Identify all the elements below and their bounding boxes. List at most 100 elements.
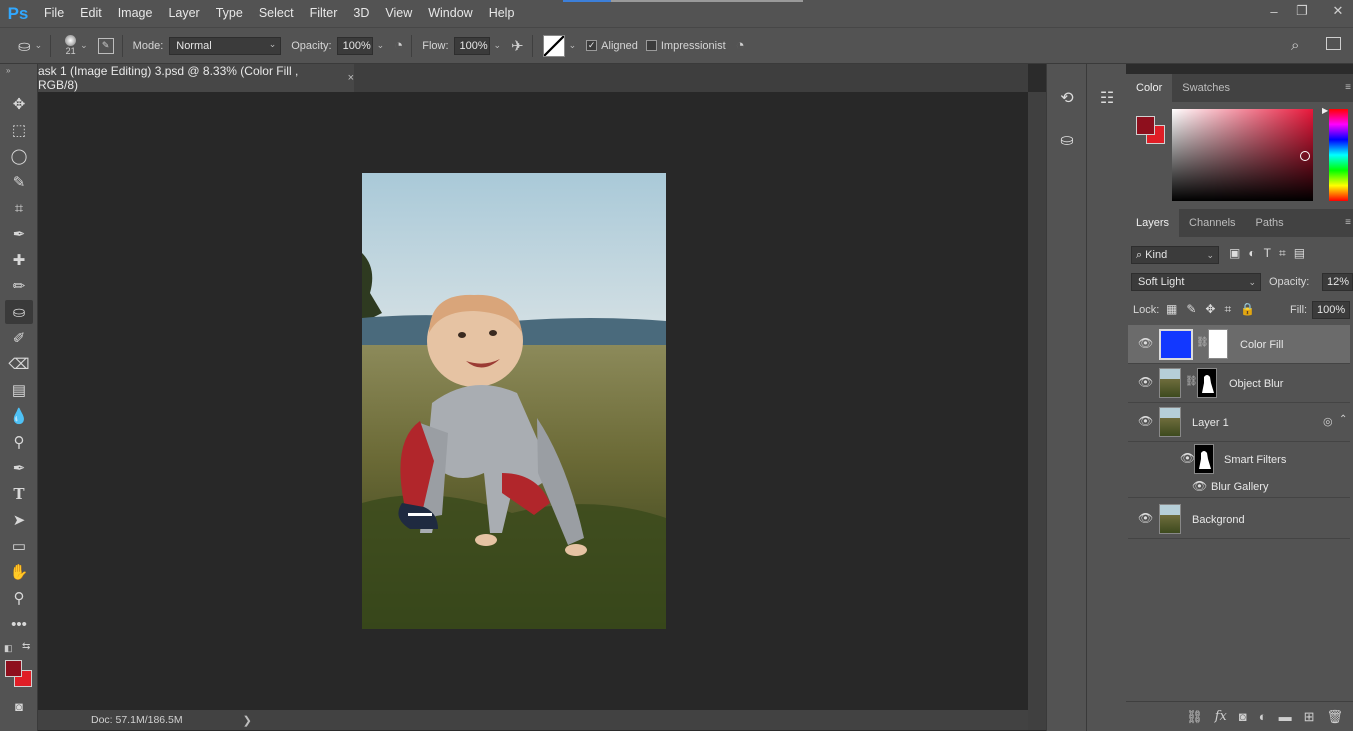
lasso-tool-icon[interactable]: ◯: [5, 144, 33, 168]
clone-source-panel-icon[interactable]: ⛀: [1055, 128, 1079, 152]
dodge-tool-icon[interactable]: ⚲: [5, 430, 33, 454]
fill-input[interactable]: 100%: [1312, 301, 1350, 319]
zoom-tool-icon[interactable]: ⚲: [5, 586, 33, 610]
lock-image-icon[interactable]: ✎: [1186, 302, 1196, 317]
new-layer-icon[interactable]: ⊞: [1304, 709, 1315, 725]
chevron-down-icon[interactable]: ⌄: [80, 40, 88, 51]
lock-position-icon[interactable]: ✥: [1205, 302, 1215, 317]
type-tool-icon[interactable]: T: [5, 482, 33, 506]
layer-name[interactable]: Backgrond: [1192, 514, 1245, 526]
filter-mask-thumbnail[interactable]: [1194, 444, 1214, 474]
clone-source-sample-icon[interactable]: [542, 34, 565, 57]
adjustment-filter-icon[interactable]: ◐: [1248, 246, 1255, 261]
eyedropper-tool-icon[interactable]: ✒: [5, 222, 33, 246]
layer-row-smart-filters[interactable]: 👁 Smart Filters: [1128, 442, 1350, 476]
close-tab-icon[interactable]: ×: [348, 72, 354, 84]
color-panel-foreground-swatch[interactable]: [1136, 116, 1155, 135]
layer-name[interactable]: Layer 1: [1192, 417, 1229, 429]
delete-layer-icon[interactable]: 🗑: [1326, 709, 1343, 725]
panel-menu-icon[interactable]: ≡: [1345, 82, 1351, 93]
workspace-icon[interactable]: [1326, 37, 1341, 50]
swap-colors-icon[interactable]: ⇆: [22, 641, 30, 652]
menu-window[interactable]: Window: [420, 0, 480, 27]
hue-slider[interactable]: [1329, 109, 1348, 201]
menu-layer[interactable]: Layer: [160, 0, 207, 27]
crop-tool-icon[interactable]: ⌗: [5, 196, 33, 220]
menu-edit[interactable]: Edit: [72, 0, 110, 27]
tab-color[interactable]: Color: [1126, 74, 1173, 102]
eye-icon[interactable]: 👁: [1180, 452, 1195, 464]
eye-icon[interactable]: 👁: [1138, 512, 1153, 524]
tab-swatches[interactable]: Swatches: [1172, 74, 1240, 102]
foreground-color-swatch[interactable]: [5, 660, 22, 677]
panel-menu-icon[interactable]: ≡: [1345, 217, 1351, 228]
layer-row-color-fill[interactable]: 👁 ⛓ Color Fill: [1128, 325, 1350, 364]
chevron-down-icon[interactable]: ⌄: [35, 40, 43, 51]
pressure-opacity-icon[interactable]: ◔: [394, 37, 403, 54]
vertical-scrollbar[interactable]: [1028, 92, 1046, 730]
healing-brush-tool-icon[interactable]: ✚: [5, 248, 33, 272]
pen-tool-icon[interactable]: ✒: [5, 456, 33, 480]
layer-name[interactable]: Blur Gallery: [1211, 481, 1268, 493]
brush-preset-picker[interactable]: 21: [65, 35, 77, 56]
new-group-icon[interactable]: ▬: [1279, 709, 1292, 724]
link-icon[interactable]: ⛓: [1196, 337, 1209, 348]
blur-tool-icon[interactable]: 💧: [5, 404, 33, 428]
lock-artboard-icon[interactable]: ⌗: [1224, 302, 1231, 317]
layer-row-layer-1[interactable]: 👁 Layer 1 ◎ ⌃: [1128, 403, 1350, 442]
close-window-button[interactable]: ✕: [1324, 0, 1352, 22]
lock-transparent-icon[interactable]: ▦: [1166, 302, 1177, 317]
fx-icon[interactable]: fx: [1215, 709, 1227, 724]
flow-slider-toggle[interactable]: ⌄: [494, 40, 502, 51]
type-filter-icon[interactable]: T: [1264, 246, 1271, 261]
layer-thumbnail[interactable]: [1159, 504, 1181, 534]
tab-channels[interactable]: Channels: [1179, 209, 1245, 237]
layer-row-background[interactable]: 👁 Backgrond: [1128, 500, 1350, 539]
add-mask-icon[interactable]: ◙: [1239, 709, 1247, 724]
tab-layers[interactable]: Layers: [1126, 209, 1180, 237]
eye-icon[interactable]: 👁: [1138, 337, 1153, 349]
layer-row-blur-gallery[interactable]: 👁 Blur Gallery: [1128, 476, 1350, 498]
document-photo[interactable]: [362, 173, 666, 629]
minimize-button[interactable]: –: [1260, 0, 1288, 22]
hand-tool-icon[interactable]: ✋: [5, 560, 33, 584]
eraser-tool-icon[interactable]: ⌫: [5, 352, 33, 376]
marquee-tool-icon[interactable]: ⬚: [5, 118, 33, 142]
layer-mask-thumbnail[interactable]: [1197, 368, 1217, 398]
menu-type[interactable]: Type: [208, 0, 251, 27]
document-tab[interactable]: ask 1 (Image Editing) 3.psd @ 8.33% (Col…: [38, 64, 354, 92]
menu-3d[interactable]: 3D: [345, 0, 377, 27]
color-picker-field[interactable]: [1172, 109, 1313, 201]
layer-kind-filter[interactable]: ⌕ Kind ⌄: [1131, 246, 1219, 264]
restore-button[interactable]: ❐: [1288, 0, 1316, 22]
smart-object-filter-icon[interactable]: ▤: [1294, 246, 1305, 261]
layer-mask-thumbnail[interactable]: [1208, 329, 1228, 359]
status-menu-arrow[interactable]: ❯: [243, 714, 252, 727]
menu-view[interactable]: View: [377, 0, 420, 27]
chevron-down-icon[interactable]: ⌄: [569, 40, 577, 51]
history-panel-icon[interactable]: ⟲: [1055, 86, 1079, 110]
menu-filter[interactable]: Filter: [302, 0, 346, 27]
airbrush-icon[interactable]: ✈: [511, 37, 524, 55]
collapse-tools-icon[interactable]: »: [6, 66, 10, 75]
aligned-checkbox[interactable]: ✓: [586, 40, 598, 51]
opacity-slider-toggle[interactable]: ⌄: [377, 40, 385, 51]
quick-mask-icon[interactable]: ◙: [5, 694, 33, 718]
history-brush-tool-icon[interactable]: ✐: [5, 326, 33, 350]
flow-input[interactable]: 100%: [453, 36, 490, 55]
layer-opacity-input[interactable]: 12%: [1322, 273, 1353, 291]
link-layers-icon[interactable]: ⛓: [1186, 709, 1203, 725]
pressure-size-icon[interactable]: ◔: [736, 37, 745, 54]
rectangle-tool-icon[interactable]: ▭: [5, 534, 33, 558]
pixel-filter-icon[interactable]: ▣: [1229, 246, 1240, 261]
properties-panel-icon[interactable]: ☷: [1095, 86, 1119, 110]
clone-stamp-tool-icon[interactable]: ⛀: [5, 300, 33, 324]
menu-help[interactable]: Help: [481, 0, 523, 27]
gradient-tool-icon[interactable]: ▤: [5, 378, 33, 402]
lock-all-icon[interactable]: 🔒: [1240, 302, 1255, 317]
link-icon[interactable]: ⛓: [1185, 376, 1198, 387]
eye-icon[interactable]: 👁: [1192, 480, 1207, 492]
smart-object-thumbnail[interactable]: [1159, 407, 1181, 437]
canvas-area[interactable]: [38, 92, 1028, 710]
blend-mode-select[interactable]: Soft Light ⌄: [1131, 273, 1261, 291]
